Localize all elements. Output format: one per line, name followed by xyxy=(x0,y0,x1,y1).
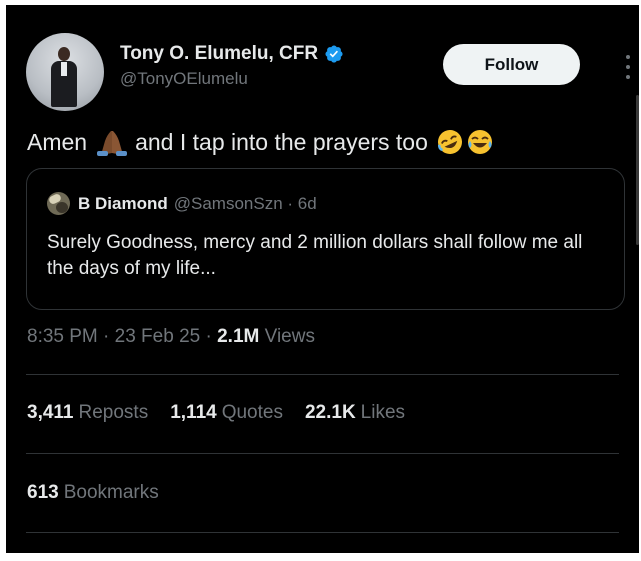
avatar-figure-shirt xyxy=(61,62,67,76)
scrollbar-thumb[interactable] xyxy=(636,95,639,245)
tears-of-joy-emoji-icon xyxy=(467,130,492,154)
more-vertical-icon[interactable] xyxy=(616,55,639,79)
quoted-avatar-shape xyxy=(56,202,68,213)
author-info: Tony O. Elumelu, CFR @TonyOElumelu xyxy=(120,43,344,89)
likes-label: Likes xyxy=(360,402,406,423)
tweet-text: Amen and I tap into the prayers too xyxy=(27,127,619,157)
quotes-stat[interactable]: 1,114 Quotes xyxy=(170,402,283,424)
tweet-header: Tony O. Elumelu, CFR @TonyOElumelu Follo… xyxy=(26,33,630,113)
bookmarks-count: 613 xyxy=(27,482,59,503)
tweet-detail-view: Tony O. Elumelu, CFR @TonyOElumelu Follo… xyxy=(6,5,639,553)
quoted-tweet-header: B Diamond @SamsonSzn · 6d xyxy=(47,192,317,215)
author-avatar[interactable] xyxy=(26,33,104,111)
author-display-name[interactable]: Tony O. Elumelu, CFR xyxy=(120,43,318,65)
quoted-author-handle-time: @SamsonSzn · 6d xyxy=(173,193,317,213)
divider xyxy=(26,453,619,454)
follow-button[interactable]: Follow xyxy=(443,44,580,85)
quoted-tweet-card[interactable]: B Diamond @SamsonSzn · 6d Surely Goodnes… xyxy=(26,168,625,310)
views-count: 2.1M xyxy=(217,326,260,347)
more-dot xyxy=(626,75,630,79)
views-label: Views xyxy=(264,326,315,347)
quoted-tweet-text: Surely Goodness, mercy and 2 million dol… xyxy=(47,232,583,279)
reposts-stat[interactable]: 3,411 Reposts xyxy=(27,402,148,424)
quoted-author-name[interactable]: B Diamond xyxy=(78,194,168,214)
tweet-text-before-emoji: Amen xyxy=(27,128,88,155)
more-dot xyxy=(626,55,630,59)
tweet-meta: 8:35 PM · 23 Feb 25 · 2.1M Views xyxy=(27,326,315,348)
quoted-author-avatar[interactable] xyxy=(47,192,70,215)
tweet-timestamp[interactable]: 8:35 PM · 23 Feb 25 · xyxy=(27,326,217,347)
divider xyxy=(26,374,619,375)
tweet-text-after-emoji: and I tap into the prayers too xyxy=(135,128,428,155)
display-name-row: Tony O. Elumelu, CFR xyxy=(120,43,344,65)
rolling-laughing-emoji-icon xyxy=(437,130,462,154)
folded-hands-icon xyxy=(97,131,128,156)
verified-badge-icon xyxy=(325,45,343,63)
divider xyxy=(26,532,619,533)
bookmarks-label: Bookmarks xyxy=(63,482,159,503)
likes-stat[interactable]: 22.1K Likes xyxy=(305,402,405,424)
author-handle[interactable]: @TonyOElumelu xyxy=(120,69,344,89)
likes-count: 22.1K xyxy=(304,402,356,423)
quotes-count: 1,114 xyxy=(170,402,217,423)
avatar-figure-head xyxy=(58,47,70,61)
quotes-label: Quotes xyxy=(221,402,283,423)
reposts-count: 3,411 xyxy=(27,402,74,423)
more-dot xyxy=(626,65,630,69)
engagement-stats: 3,411 Reposts 1,114 Quotes 22.1K Likes xyxy=(27,402,405,424)
bookmarks-stat[interactable]: 613 Bookmarks xyxy=(27,482,159,504)
reposts-label: Reposts xyxy=(78,402,149,423)
